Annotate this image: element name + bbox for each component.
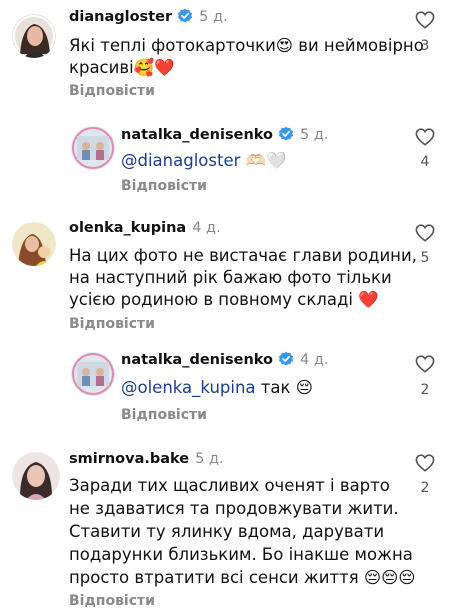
reply-button[interactable]: Відповісти — [69, 82, 155, 100]
comment-header: dianagloster 5 д. — [69, 8, 228, 26]
like-heart-icon[interactable] — [415, 224, 435, 242]
timestamp: 4 д. — [299, 352, 329, 368]
avatar[interactable] — [12, 14, 56, 58]
timestamp: 5 д. — [199, 9, 228, 25]
comment-header: olenka_kupina 4 д. — [69, 219, 221, 237]
comment-line: Ставити ту ялинку вдома, дарувати — [69, 522, 385, 541]
reply-button[interactable]: Відповісти — [121, 406, 207, 424]
family-photo-avatar-icon — [71, 352, 115, 396]
comment-smirnova-bake: smirnova.bake 5 д. Заради тих щасливих оч… — [0, 440, 456, 609]
reply-natalka-denisenko: natalka_denisenko 5 д. @dianagloster 🫶🏻🤍 … — [0, 108, 456, 198]
like-heart-icon[interactable] — [415, 11, 435, 29]
comment-line: просто втратити всі сенси життя 😔😔😔 — [69, 568, 416, 587]
comment-line: усією родиною в повному складі ❤️ — [69, 290, 379, 309]
like-count: 2 — [420, 480, 430, 496]
timestamp: 4 д. — [192, 220, 221, 236]
like-heart-icon[interactable] — [415, 128, 435, 146]
reply-button[interactable]: Відповісти — [69, 315, 155, 333]
reply-button[interactable]: Відповісти — [121, 177, 207, 195]
reply-natalka-denisenko: natalka_denisenko 4 д. @olenka_kupina так… — [0, 340, 456, 435]
mention-link[interactable]: @dianagloster — [121, 151, 240, 170]
like-count: 3 — [420, 38, 430, 54]
comment-line: Які теплі фотокарточки😍 ви неймовірно — [69, 36, 424, 55]
like-count: 2 — [420, 382, 430, 398]
woman-with-child-avatar-icon — [12, 222, 56, 266]
mention-link[interactable]: @olenka_kupina — [121, 378, 256, 397]
comment-header: natalka_denisenko 4 д. — [121, 351, 328, 369]
like-count: 5 — [420, 250, 430, 266]
username[interactable]: natalka_denisenko — [121, 127, 273, 143]
verified-badge-icon — [178, 8, 193, 23]
comment-line: Заради тих щасливих оченят і варто — [69, 476, 390, 495]
comment-line: красиві🥰❤️ — [69, 58, 175, 77]
username[interactable]: natalka_denisenko — [121, 352, 273, 368]
family-photo-avatar-icon — [71, 126, 115, 170]
comment-line: @dianagloster 🫶🏻🤍 — [121, 150, 287, 173]
comment-dianagloster: dianagloster 5 д. Які теплі фотокарточки😍… — [0, 0, 456, 105]
verified-badge-icon — [278, 126, 294, 141]
username[interactable]: olenka_kupina — [69, 220, 186, 236]
comment-line: На цих фото не вистачає глави родини, — [69, 246, 417, 265]
comment-olenka-kupina: olenka_kupina 4 д. На цих фото не вистача… — [0, 210, 456, 340]
timestamp: 5 д. — [299, 127, 329, 143]
avatar[interactable] — [12, 452, 60, 500]
timestamp: 5 д. — [195, 451, 224, 467]
username[interactable]: dianagloster — [69, 9, 172, 25]
comment-text: 🫶🏻🤍 — [240, 151, 287, 170]
comment-line: на наступний рік бажаю фото тільки — [69, 268, 392, 287]
like-heart-icon[interactable] — [415, 454, 435, 472]
comment-text: так 😔 — [255, 378, 313, 397]
woman-portrait-avatar-icon — [12, 14, 56, 58]
avatar[interactable] — [12, 222, 56, 266]
comment-line: не здаватися та продовжувати жити. — [69, 499, 399, 518]
like-heart-icon[interactable] — [415, 355, 435, 373]
avatar[interactable] — [71, 352, 115, 396]
comment-header: smirnova.bake 5 д. — [69, 450, 224, 468]
comment-header: natalka_denisenko 5 д. — [121, 126, 328, 144]
woman-portrait-avatar-icon — [12, 452, 60, 500]
comment-line: @olenka_kupina так 😔 — [121, 377, 313, 400]
verified-badge-icon — [278, 351, 294, 366]
like-count: 4 — [420, 154, 430, 170]
username[interactable]: smirnova.bake — [69, 451, 189, 467]
comment-line: подарунки близьким. Бо інакше можна — [69, 545, 413, 564]
avatar[interactable] — [71, 126, 115, 170]
reply-button[interactable]: Відповісти — [69, 592, 155, 610]
